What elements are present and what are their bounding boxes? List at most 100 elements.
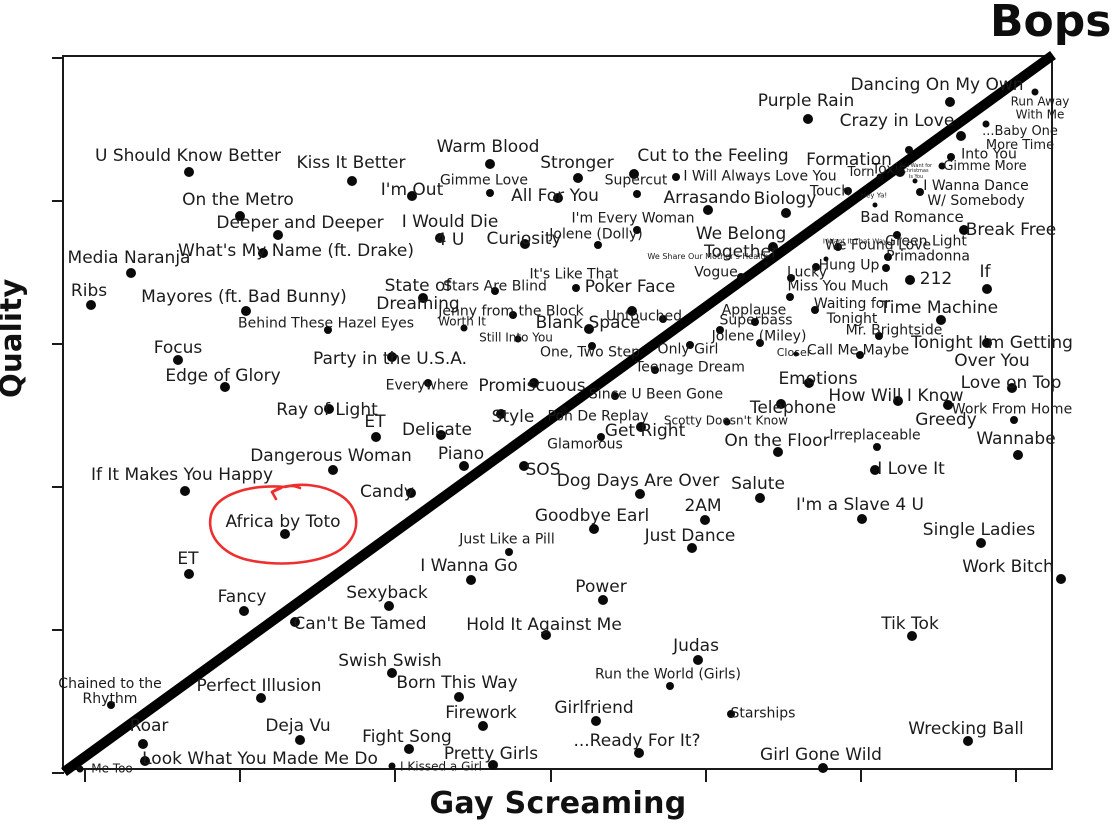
data-point <box>872 202 878 208</box>
data-point-label: Call Me Maybe <box>806 342 910 359</box>
data-point-label: Party in the U.S.A. <box>312 348 468 369</box>
data-point-label: Work From Home <box>951 401 1073 418</box>
data-point-label: Worth It <box>438 314 486 329</box>
data-point-label: Tonight I'm Getting Over You <box>911 332 1073 371</box>
data-point-label: Since U Been Gone <box>588 386 724 403</box>
data-point-label: Run the World (Girls) <box>595 666 741 683</box>
data-point-label: What's My Name (ft. Drake) <box>178 240 414 261</box>
data-point <box>328 465 338 475</box>
data-point <box>371 432 381 442</box>
data-point-label: Dancing On My Own <box>850 74 1024 95</box>
data-point-label: ET <box>177 548 199 569</box>
data-point <box>873 443 881 451</box>
data-point-label: Gimme More <box>943 159 1027 175</box>
data-point <box>239 606 249 616</box>
data-point-label: Firework <box>445 702 517 723</box>
data-point-label: Bad Romance <box>860 208 964 227</box>
data-point-label: Delicate <box>402 419 472 440</box>
data-point <box>180 486 190 496</box>
data-point-label: Style <box>491 406 535 427</box>
data-point-label: One, Two Step <box>540 344 640 361</box>
data-point-label: Hey Ya! <box>860 191 888 200</box>
data-point-label: I Kissed a Girl <box>400 759 482 774</box>
data-point-label: 212 <box>919 268 953 289</box>
data-points-layer: U Should Know Better Kiss It Better Warm B… <box>0 0 1116 828</box>
data-point <box>781 208 791 218</box>
data-point-label: Candy <box>360 481 414 502</box>
data-point <box>693 655 703 665</box>
data-point <box>295 735 305 745</box>
data-point-label: Vogue <box>694 264 738 281</box>
data-point-label: Jolene (Miley) <box>711 328 807 345</box>
data-point-label: Goodbye Earl <box>534 505 650 526</box>
data-point <box>505 548 513 556</box>
data-point-label: Miss You Much <box>787 278 889 295</box>
data-point <box>241 306 251 316</box>
data-point <box>751 318 759 326</box>
data-point <box>666 682 674 690</box>
data-point-label: Swish Swish <box>338 650 442 671</box>
data-point-label: Everywhere <box>385 377 469 394</box>
data-point <box>572 284 580 292</box>
data-point-label: Just Dance <box>644 525 736 546</box>
data-point-label: Biology <box>753 188 817 209</box>
data-point-label: Only Girl <box>657 341 719 358</box>
data-point-label: Africa by Toto <box>225 511 341 532</box>
data-point-label: Roar <box>129 715 169 736</box>
data-point-label: I Wanna Dance W/ Somebody <box>923 178 1029 209</box>
data-point <box>672 173 680 181</box>
data-point-label: Power <box>575 576 627 597</box>
data-point-label: Work Bitch <box>962 556 1054 577</box>
data-point <box>737 273 745 281</box>
data-point-label: Warm Blood <box>436 136 540 157</box>
data-point-label: Torn <box>847 165 875 181</box>
data-point <box>882 264 890 272</box>
data-point-label: Gimme Love <box>439 172 529 189</box>
data-point-label: I Want It That Way <box>822 237 888 246</box>
data-point-label: Me Too <box>91 761 133 776</box>
data-point-label: Primadonna <box>886 248 970 265</box>
data-point-label: Starships <box>730 705 796 722</box>
data-point <box>388 762 396 770</box>
data-point <box>184 167 194 177</box>
data-point-label: Look What You Made Me Do <box>142 748 378 769</box>
data-point-label: Girlfriend <box>554 697 634 718</box>
data-point-label: Dangerous Woman <box>250 445 412 466</box>
data-point <box>905 146 913 154</box>
data-point-label: Wrecking Ball <box>908 718 1024 739</box>
data-point <box>184 569 194 579</box>
data-point-label: Fight Song <box>362 726 452 747</box>
data-point-label: Break Free <box>965 219 1057 240</box>
data-point-label: Glamorous <box>547 436 623 453</box>
data-point <box>876 173 884 181</box>
data-point-label: On the Floor <box>724 430 830 451</box>
data-point-label: If <box>979 261 991 282</box>
data-point-label: Edge of Glory <box>165 365 281 386</box>
data-point-label: Love on Top <box>960 372 1062 393</box>
data-point <box>905 275 915 285</box>
data-point-label: I'm Every Woman <box>571 210 695 227</box>
data-point-label: Perfect Illusion <box>196 675 322 696</box>
data-point <box>126 268 136 278</box>
data-point-label: I'm Out <box>380 179 444 200</box>
data-point-label: Can't Be Tamed <box>293 613 427 634</box>
data-point <box>76 765 84 773</box>
data-point <box>485 159 495 169</box>
data-point-label: Applause <box>721 302 787 319</box>
data-point-label: Irreplaceable <box>829 427 921 444</box>
data-point-label: Sexyback <box>346 582 428 603</box>
data-point-label: Jolene (Dolly) <box>549 226 643 243</box>
data-point-label: Born This Way <box>396 672 518 693</box>
data-point <box>1013 450 1023 460</box>
data-point-label: Closer <box>776 346 812 360</box>
data-point <box>763 261 769 267</box>
data-point-label: Deeper and Deeper <box>216 212 384 233</box>
data-point-label: Blank Space <box>535 312 641 333</box>
data-point-label: Judas <box>673 635 719 656</box>
data-point <box>700 515 710 525</box>
data-point <box>347 176 357 186</box>
data-point-label: Salute <box>731 473 785 494</box>
data-point-label: Cut to the Feeling <box>637 145 789 166</box>
data-point-label: Time Machine <box>879 297 999 318</box>
data-point-label: I Love It <box>877 458 945 479</box>
